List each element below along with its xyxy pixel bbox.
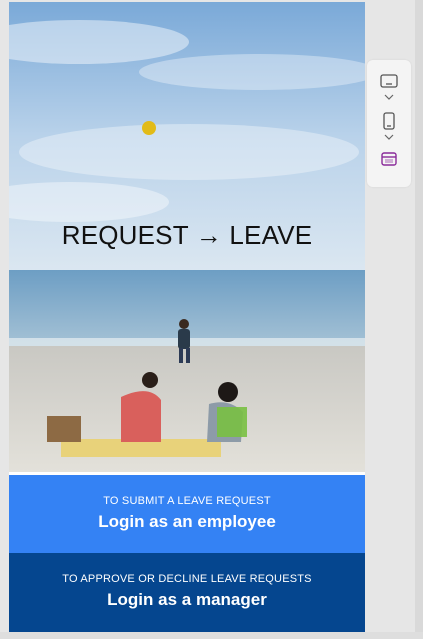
manager-login-label: Login as a manager — [107, 590, 267, 609]
app-preview-frame: REQUEST → LEAVE TO SUBMIT A LEAVE REQUES… — [9, 2, 365, 632]
employee-login-caption: TO SUBMIT A LEAVE REQUEST — [103, 495, 271, 507]
web-preview-icon — [381, 152, 397, 166]
window-scrollbar[interactable] — [415, 0, 423, 639]
tablet-view-button[interactable] — [367, 74, 411, 88]
hero-banner: REQUEST → LEAVE — [9, 2, 365, 472]
manager-login-button[interactable]: TO APPROVE OR DECLINE LEAVE REQUESTS Log… — [9, 553, 365, 632]
phone-view-dropdown[interactable] — [367, 134, 411, 140]
phone-view-icon — [383, 112, 395, 130]
tablet-view-dropdown[interactable] — [367, 94, 411, 100]
employee-login-label: Login as an employee — [98, 512, 276, 531]
web-preview-button[interactable] — [367, 152, 411, 166]
window-bottom-edge — [0, 632, 423, 639]
manager-login-caption: TO APPROVE OR DECLINE LEAVE REQUESTS — [62, 573, 312, 585]
chevron-down-icon — [384, 134, 394, 140]
chevron-down-icon — [384, 94, 394, 100]
employee-login-button[interactable]: TO SUBMIT A LEAVE REQUEST Login as an em… — [9, 475, 365, 553]
phone-view-button[interactable] — [367, 112, 411, 130]
device-preview-toolbar — [367, 60, 411, 187]
tablet-view-icon — [380, 74, 398, 88]
app-title: REQUEST → LEAVE — [61, 220, 313, 250]
